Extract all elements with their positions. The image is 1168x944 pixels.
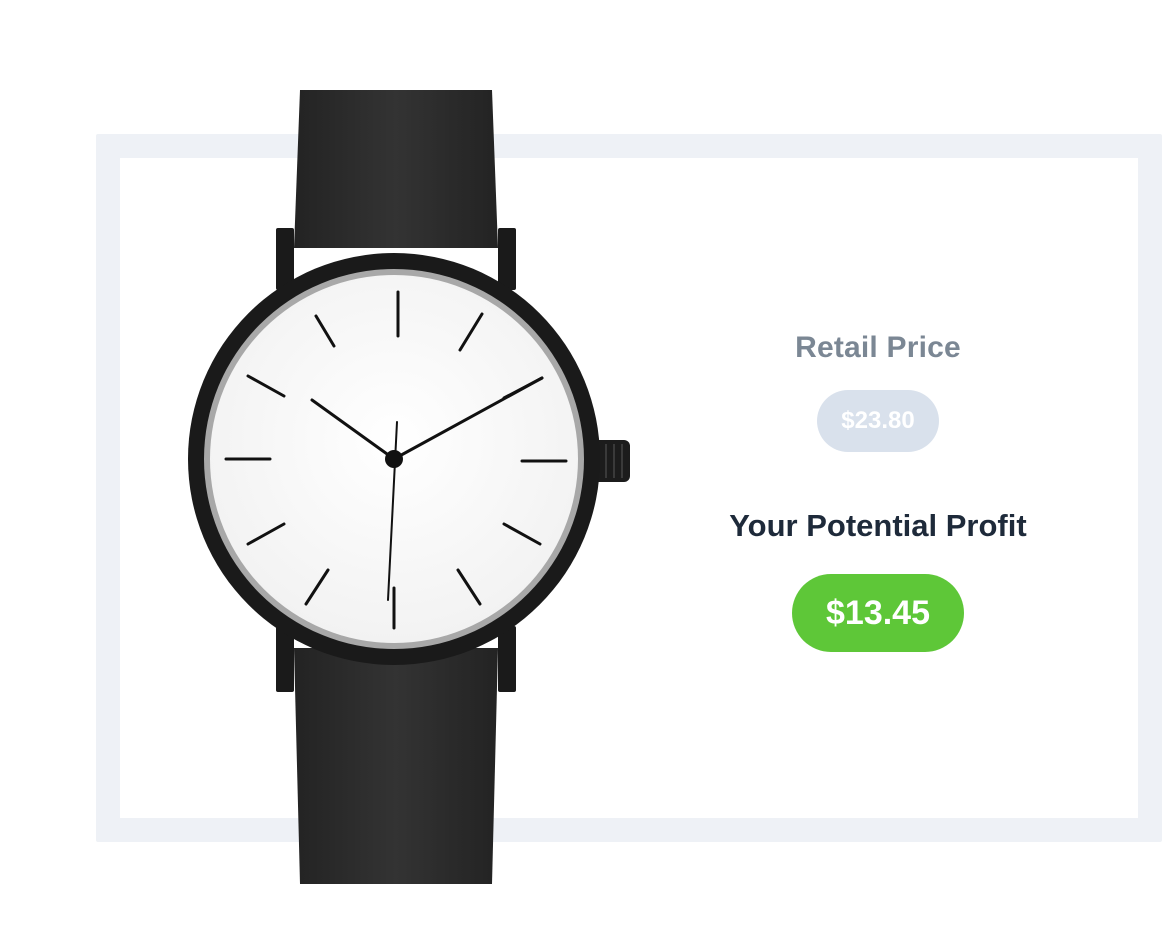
bottom-strap — [294, 648, 498, 884]
potential-profit-badge: $13.45 — [792, 574, 964, 652]
bottom-lug-right — [498, 626, 516, 692]
wristwatch-image — [188, 90, 630, 884]
top-strap — [294, 90, 498, 248]
retail-price-badge: $23.80 — [817, 390, 939, 452]
hand-center — [385, 450, 403, 468]
potential-profit-label: Your Potential Profit — [729, 508, 1027, 543]
top-lug-right — [498, 228, 516, 290]
retail-price-label: Retail Price — [795, 331, 961, 364]
pricing-panel: Retail Price $23.80 Your Potential Profi… — [700, 326, 1056, 652]
